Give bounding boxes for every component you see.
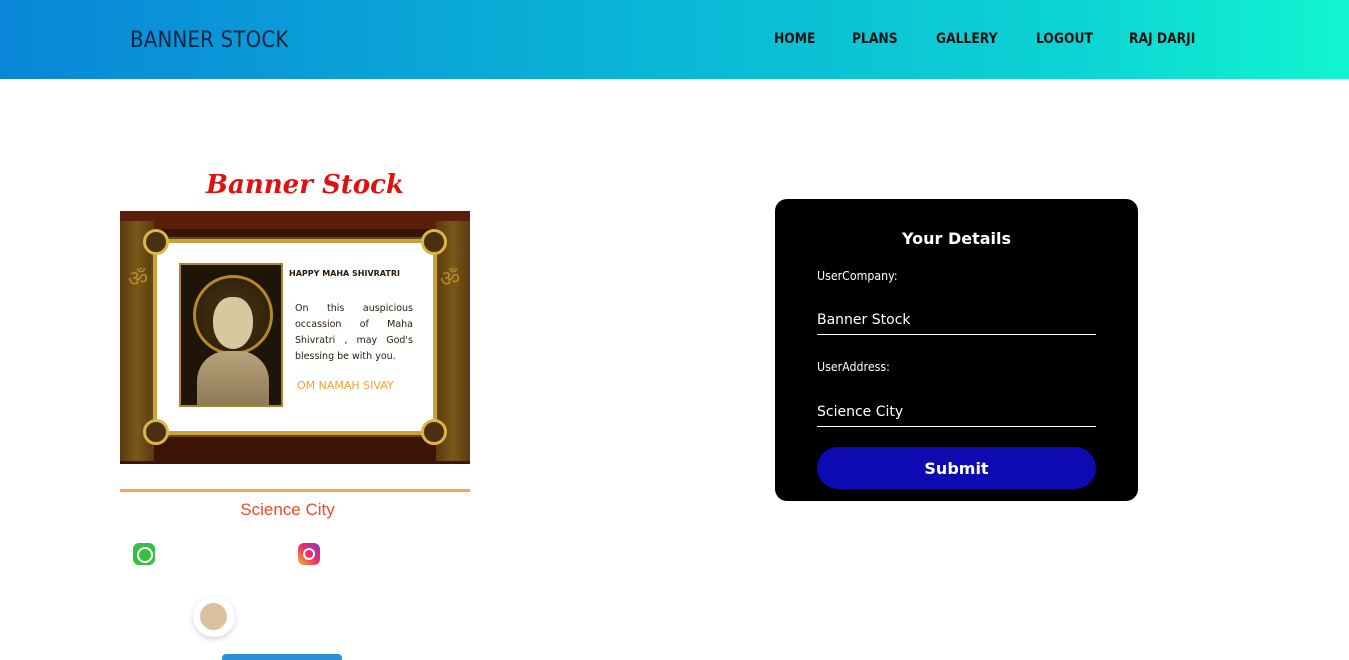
portrait-body bbox=[197, 351, 269, 405]
banner-divider bbox=[120, 489, 470, 492]
frame-corner-ornament bbox=[143, 229, 169, 255]
nav-user[interactable]: RAJ DARJI bbox=[1129, 31, 1195, 47]
greeting-message: On this auspicious occassion of Maha Shi… bbox=[295, 303, 413, 362]
details-card: Your Details UserCompany: UserAddress: S… bbox=[775, 199, 1138, 501]
om-symbol-icon: ॐ bbox=[128, 267, 149, 292]
om-symbol-icon: ॐ bbox=[440, 267, 461, 292]
nav-plans[interactable]: PLANS bbox=[852, 31, 898, 47]
frame-corner-ornament bbox=[143, 419, 169, 445]
company-input[interactable] bbox=[817, 305, 1096, 335]
nav-gallery[interactable]: GALLERY bbox=[936, 31, 998, 47]
greeting-frame: HAPPY MAHA SHIVRATRI On this auspicious … bbox=[143, 229, 447, 445]
company-label: UserCompany: bbox=[817, 269, 898, 283]
brand-logo[interactable]: BANNER STOCK bbox=[130, 28, 289, 53]
banner-image: ॐ ॐ HAPPY MAHA SHIVRATRI On this auspici… bbox=[120, 211, 470, 464]
greeting-heading: HAPPY MAHA SHIVRATRI bbox=[289, 269, 400, 278]
address-input[interactable] bbox=[817, 397, 1096, 427]
nav-logout[interactable]: LOGOUT bbox=[1036, 31, 1093, 47]
nav-home[interactable]: HOME bbox=[774, 31, 815, 47]
shiva-portrait bbox=[179, 263, 283, 407]
top-navbar: BANNER STOCK HOME PLANS GALLERY LOGOUT R… bbox=[0, 0, 1349, 79]
download-button[interactable] bbox=[222, 654, 342, 660]
portrait-face bbox=[213, 297, 253, 349]
banner-top-stripe bbox=[120, 211, 470, 229]
submit-button[interactable]: Submit bbox=[817, 447, 1096, 489]
instagram-icon bbox=[298, 543, 320, 565]
whatsapp-icon bbox=[133, 543, 155, 565]
frame-corner-ornament bbox=[421, 229, 447, 255]
greeting-mantra: OM NAMAH SIVAY bbox=[297, 379, 394, 392]
color-picker-handle[interactable] bbox=[193, 597, 235, 637]
frame-corner-ornament bbox=[421, 419, 447, 445]
address-label: UserAddress: bbox=[817, 360, 890, 374]
banner-address: Science City bbox=[240, 500, 335, 519]
banner-title: Banner Stock bbox=[206, 170, 404, 200]
card-title: Your Details bbox=[901, 229, 1012, 248]
